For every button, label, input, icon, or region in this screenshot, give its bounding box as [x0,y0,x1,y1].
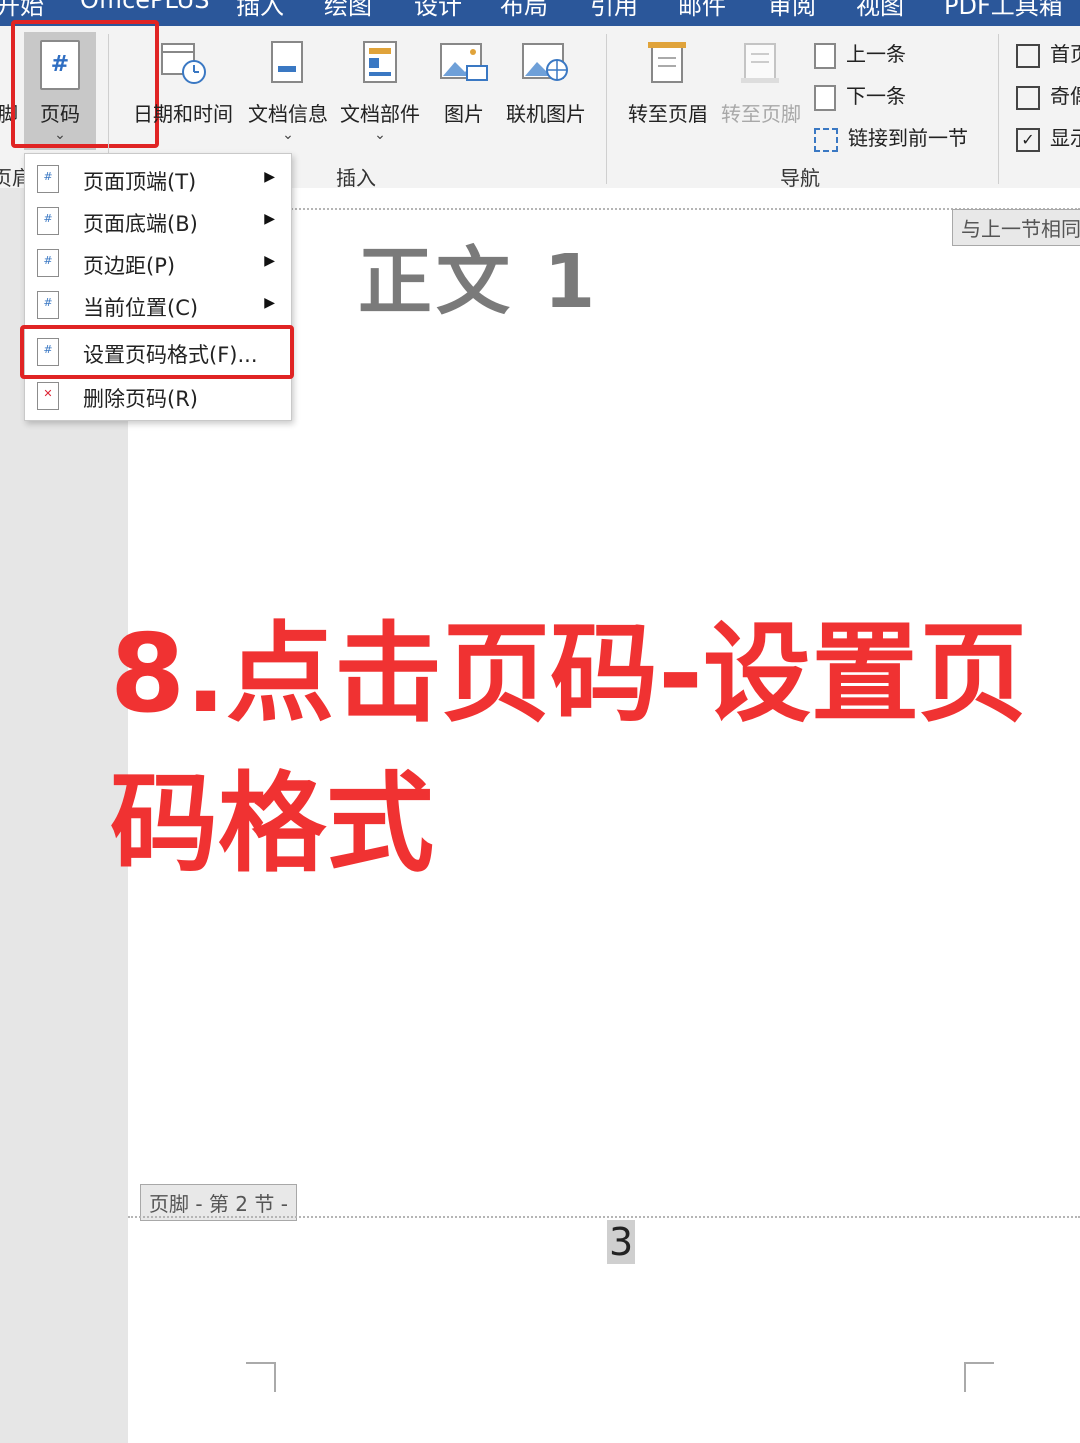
page-top-icon: # [37,165,59,193]
menu-item-page-margins[interactable]: # 页边距(P) ▶ [25,243,291,285]
submenu-arrow-icon: ▶ [264,253,275,269]
separator [606,34,607,184]
goto-footer-icon [741,43,779,83]
tab-insert[interactable]: 插入 [236,0,284,21]
instruction-overlay: 8.点击页码-设置页 码格式 [110,600,1050,900]
chevron-down-icon: ⌄ [374,127,386,143]
calendar-clock-icon [161,43,206,84]
ribbon-tab-bar: 开始 OfficePLUS 插入 绘图 设计 布局 引用 邮件 审阅 视图 PD… [0,0,1080,26]
tab-design[interactable]: 设计 [414,0,462,21]
page-bottom-icon: # [37,207,59,235]
current-position-icon: # [37,291,59,319]
picture-button[interactable]: 图片 [432,40,496,127]
submenu-arrow-icon: ▶ [264,295,275,311]
document-heading: 正文 1 [358,239,600,325]
document-parts-icon [363,41,397,83]
crop-mark [964,1362,994,1392]
instruction-line-1: 8.点击页码-设置页 [110,612,1027,737]
document-parts-button[interactable]: 文档部件 ⌄ [336,40,424,143]
highlight-format-page-numbers [20,325,294,379]
menu-item-current-position[interactable]: # 当前位置(C) ▶ [25,285,291,327]
online-picture-icon [522,43,568,81]
document-info-button[interactable]: 文档信息 ⌄ [244,40,332,143]
menu-item-remove-page-numbers[interactable]: ✕ 删除页码(R) [25,376,291,418]
page-margins-icon: # [37,249,59,277]
option-odd-even[interactable]: 奇偶 [1016,80,1080,110]
chevron-down-icon: ⌄ [282,127,294,143]
tab-draw[interactable]: 绘图 [324,0,372,21]
tab-layout[interactable]: 布局 [500,0,548,21]
submenu-arrow-icon: ▶ [264,169,275,185]
option-different-first-page[interactable]: 首页 [1016,38,1080,68]
checkbox[interactable] [1016,85,1040,110]
tab-pdf-tools[interactable]: PDF工具箱 [944,0,1063,21]
menu-item-bottom-of-page[interactable]: # 页面底端(B) ▶ [25,201,291,243]
menu-item-top-of-page[interactable]: # 页面顶端(T) ▶ [25,159,291,201]
date-time-button[interactable]: 日期和时间 [128,40,238,127]
separator [108,34,109,164]
picture-icon [440,43,488,81]
checkbox[interactable] [1016,43,1040,68]
online-picture-button[interactable]: 联机图片 [502,40,590,127]
group-label-navigation: 导航 [780,166,820,190]
previous-icon [814,42,836,69]
separator [998,34,999,184]
same-as-previous-tag: 与上一节相同 [952,209,1080,246]
footer-boundary-line [128,1216,1080,1218]
tab-mailings[interactable]: 邮件 [678,0,726,21]
goto-header-icon [648,42,686,83]
tab-officeplus[interactable]: OfficePLUS [80,0,210,14]
page-number-menu: # 页面顶端(T) ▶ # 页面底端(B) ▶ # 页边距(P) ▶ # 当前位… [24,153,292,421]
tab-home[interactable]: 开始 [0,0,44,21]
option-show-text[interactable]: ✓显示 [1016,122,1080,152]
previous-button[interactable]: 上一条 [814,38,906,69]
tab-view[interactable]: 视图 [856,0,904,21]
document-info-icon [271,41,303,83]
next-button[interactable]: 下一条 [814,80,906,111]
link-to-previous-button[interactable]: 链接到前一节 [814,122,968,152]
crop-mark [246,1362,276,1392]
goto-header-button[interactable]: 转至页眉 [622,40,714,127]
page-number-field[interactable]: 3 [607,1220,636,1264]
next-icon [814,84,836,111]
link-icon [814,127,838,152]
submenu-arrow-icon: ▶ [264,211,275,227]
goto-footer-button[interactable]: 转至页脚 [716,40,806,127]
remove-page-numbers-icon: ✕ [37,382,59,410]
instruction-line-2: 码格式 [110,762,435,887]
checkbox-checked[interactable]: ✓ [1016,127,1040,152]
tab-review[interactable]: 审阅 [768,0,816,21]
tab-references[interactable]: 引用 [590,0,638,21]
group-label-insert: 插入 [336,166,376,190]
